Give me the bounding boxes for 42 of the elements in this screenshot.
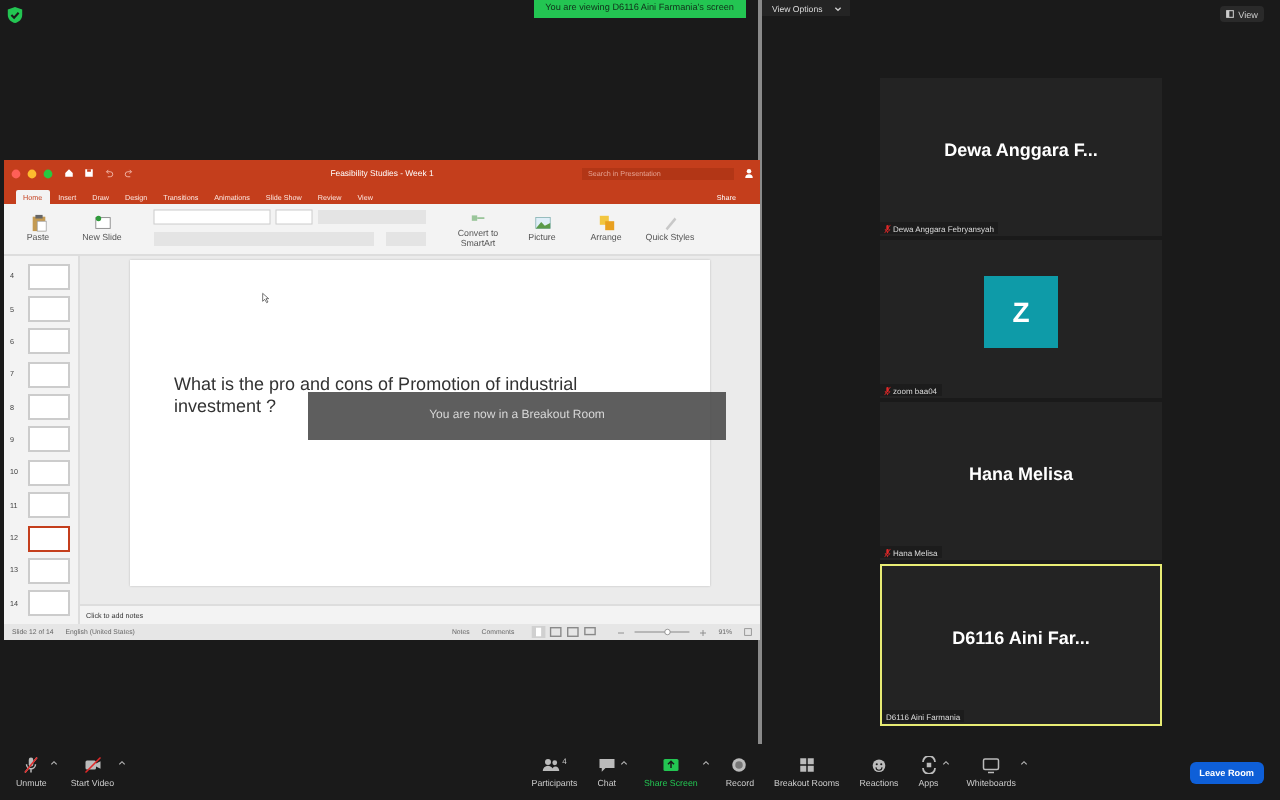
slide-text-line: investment ? [174,396,277,418]
participant-name: Hana Melisa [968,464,1074,484]
save-icon[interactable] [84,168,94,178]
avatar: Z [984,276,1058,348]
person-icon[interactable] [744,168,754,178]
chevron-icon [834,5,843,11]
layout-icon [1226,10,1235,18]
undo-icon[interactable] [104,168,114,178]
window-controls-icon[interactable] [10,167,54,179]
caret-icon[interactable] [118,760,127,766]
zoom-out-icon[interactable] [618,629,625,635]
slide-text-line: What is the pro and cons of Promotion of industrial [174,374,578,396]
shapes-icon [597,214,615,233]
security-shield-icon[interactable] [6,6,24,24]
clipboard-icon [29,214,47,233]
apps-icon [919,756,938,774]
record-icon [730,756,749,774]
caret-icon[interactable] [1019,760,1028,766]
fit-to-window-icon[interactable] [744,628,752,636]
participant-name: D6116 Aini Far... [952,628,1090,648]
grid-icon [797,756,816,774]
caret-icon[interactable] [50,760,59,766]
brush-icon [661,214,679,233]
monitor-icon [982,756,1001,774]
zoom-slider[interactable] [630,626,695,638]
redo-icon[interactable] [124,168,134,178]
muted-microphone-icon [22,756,41,774]
slide-thumbnail[interactable] [28,525,70,552]
caret-icon[interactable] [620,760,628,766]
caret-icon[interactable] [701,760,710,766]
caret-icon[interactable] [942,760,951,766]
slide-icon [93,214,111,233]
home-icon[interactable] [64,168,74,178]
participant-name: Dewa Anggara F... [944,140,1098,160]
mouse-cursor-icon [262,292,270,304]
video-off-icon [83,756,102,774]
speech-bubble-icon [597,756,616,774]
people-icon [542,756,561,774]
zoom-in-icon[interactable] [700,629,707,635]
image-icon [533,214,551,233]
smiley-icon [869,756,888,774]
share-screen-icon [661,756,680,774]
